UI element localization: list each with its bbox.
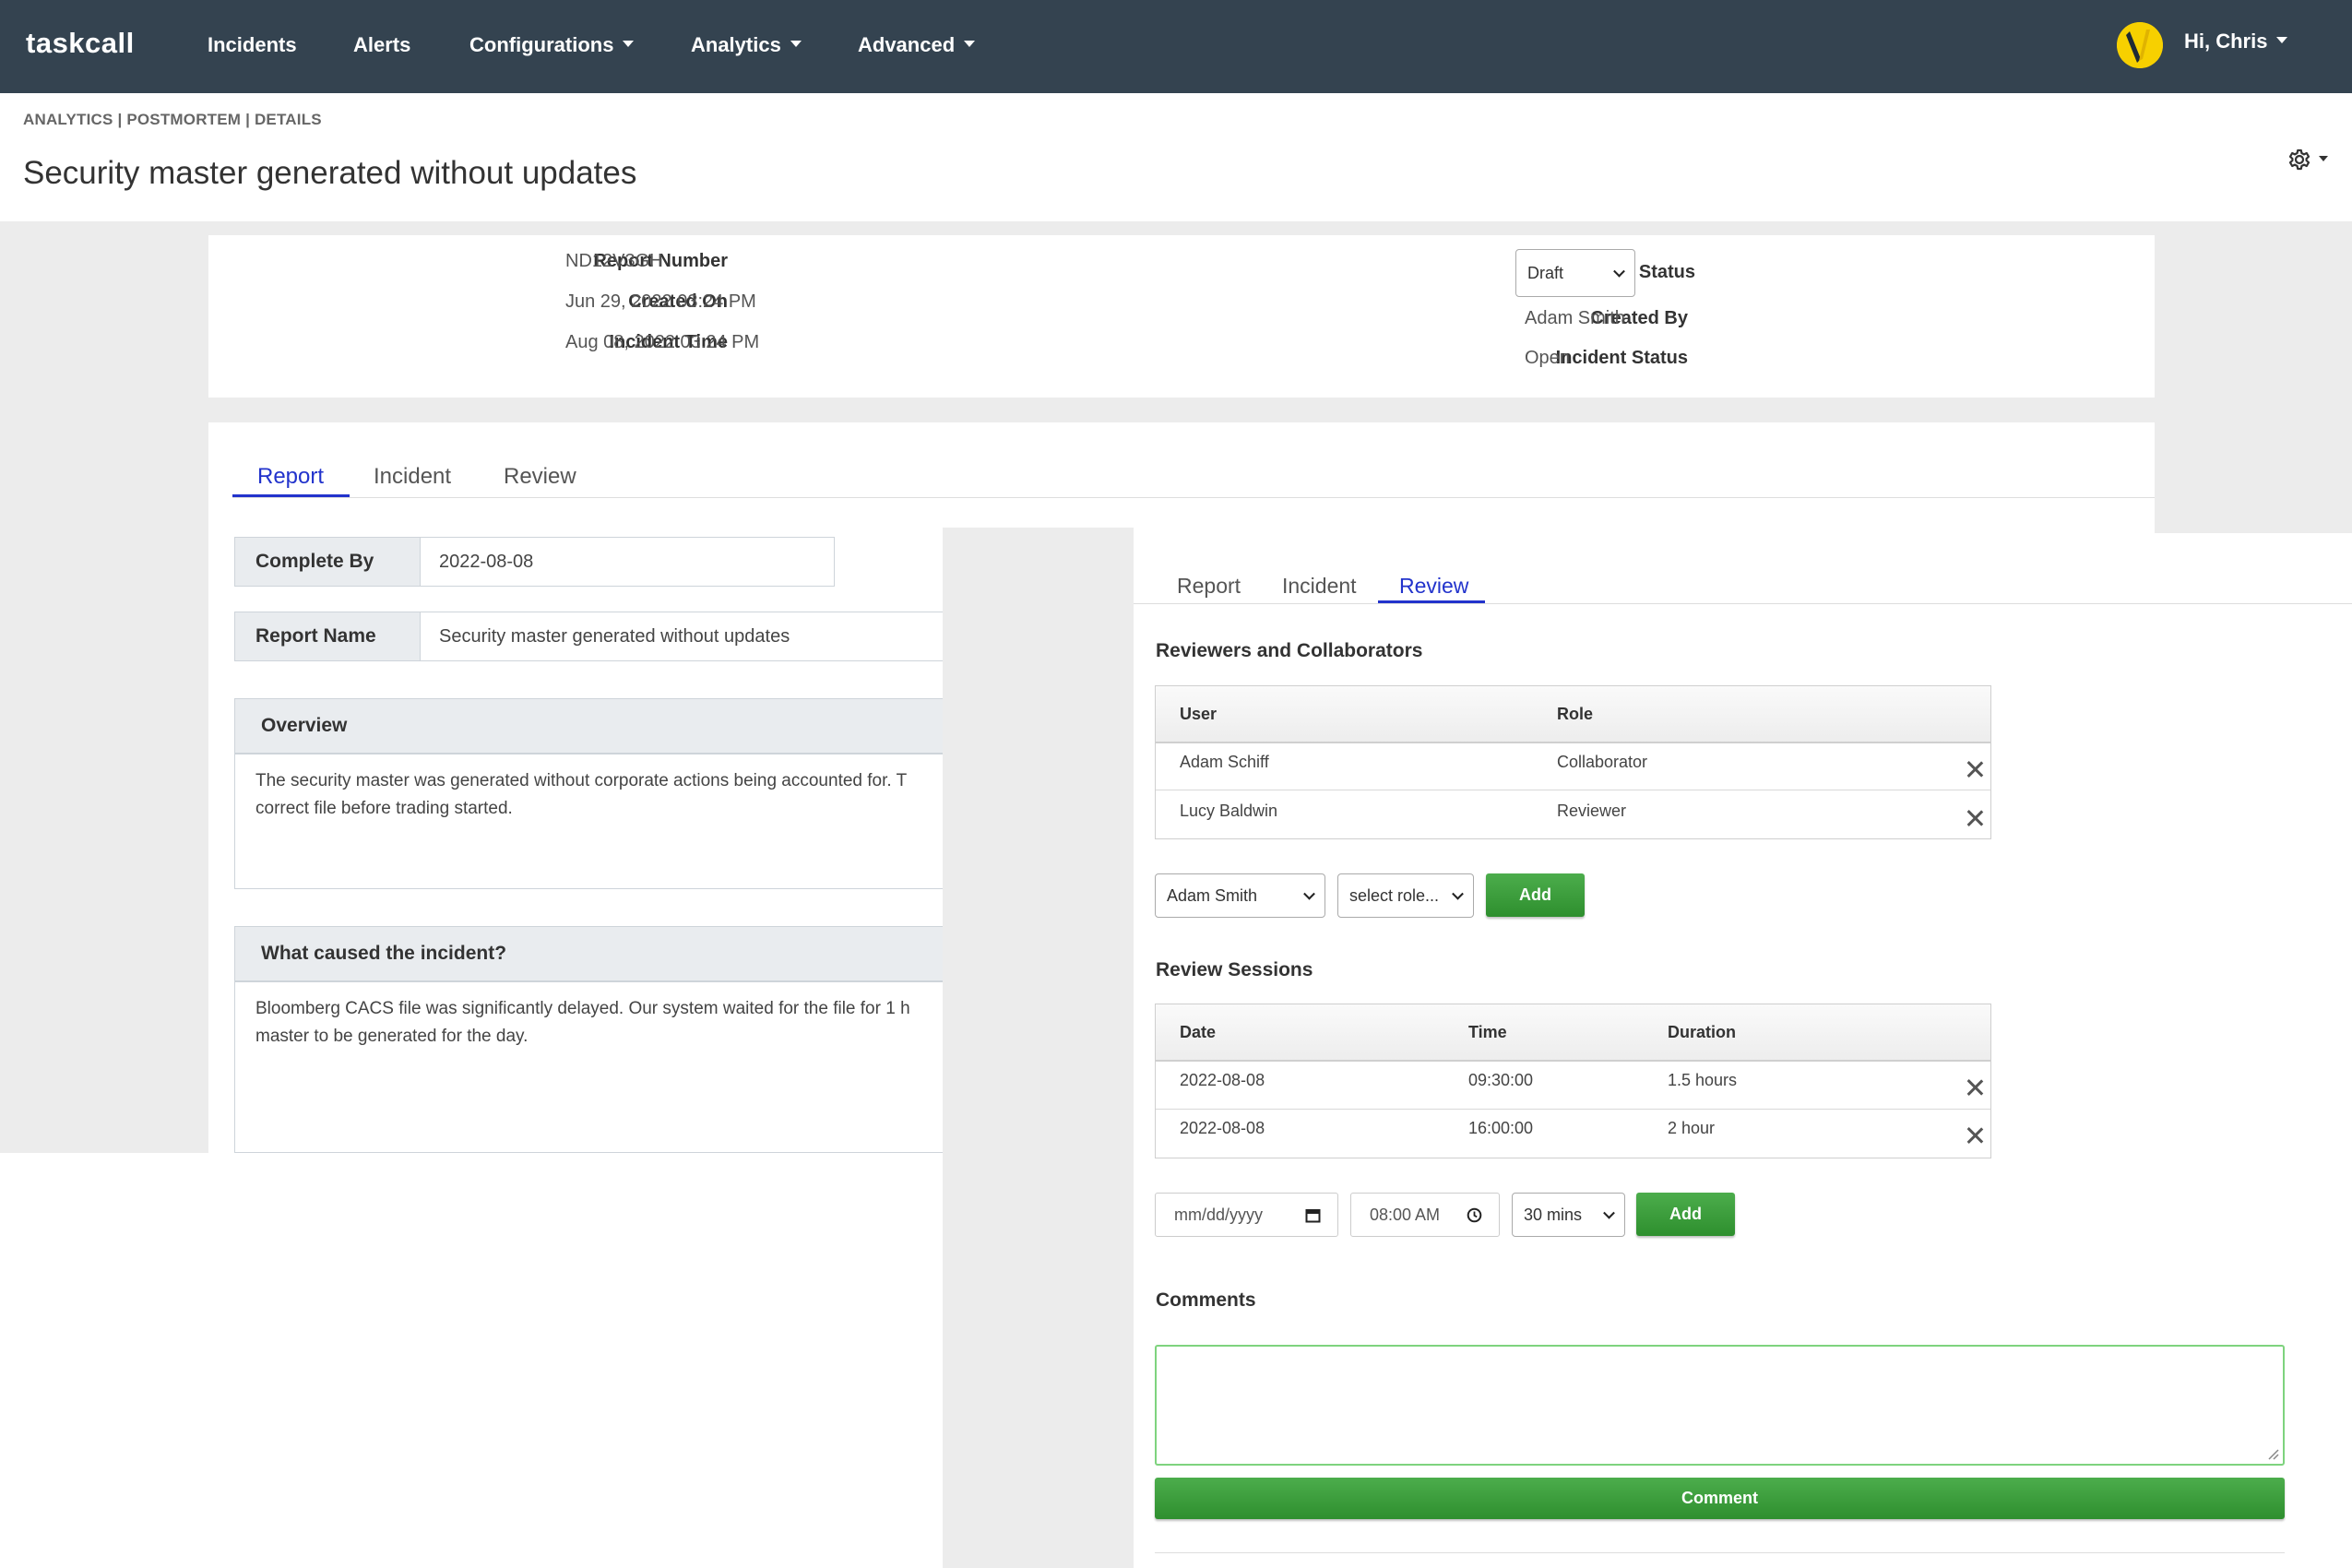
incident-time-value: Aug 08, 2022 03:24 PM: [565, 332, 760, 352]
review-sessions-heading: Review Sessions: [1156, 959, 1313, 980]
nav-configurations[interactable]: Configurations: [469, 33, 635, 57]
reviewer-role: Reviewer: [1557, 802, 1627, 820]
nav-incidents[interactable]: Incidents: [208, 33, 297, 57]
report-details-card: Report Number ND12V3GH Created On Jun 29…: [208, 235, 2155, 398]
review-sessions-table: Date Time Duration 2022-08-08 09:30:00 1…: [1155, 1004, 1991, 1158]
bottom-divider: [1155, 1552, 2285, 1553]
gear-icon: [2288, 148, 2328, 171]
review-window-tab-report[interactable]: Report: [1177, 574, 1241, 599]
overview-text[interactable]: The security master was generated withou…: [234, 754, 972, 889]
caret-down-icon: [623, 40, 635, 47]
chevron-down-icon: [1452, 887, 1464, 900]
session-date-input[interactable]: mm/dd/yyyy: [1155, 1193, 1338, 1237]
review-window-margin: [943, 528, 1134, 1568]
session-time: 09:30:00: [1468, 1071, 1534, 1089]
tab-report[interactable]: Report: [257, 464, 324, 490]
session-duration: 1.5 hours: [1668, 1071, 1738, 1089]
nav-advanced[interactable]: Advanced: [858, 33, 976, 57]
session-duration-select[interactable]: 30 mins: [1512, 1193, 1625, 1237]
breadcrumb: ANALYTICS | POSTMORTEM | DETAILS: [23, 111, 322, 128]
chevron-down-icon: [1613, 265, 1625, 278]
comments-heading: Comments: [1156, 1289, 1256, 1311]
report-number-value: ND12V3GH: [565, 251, 663, 271]
session-time-input[interactable]: 08:00 AM: [1350, 1193, 1500, 1237]
session-time: 16:00:00: [1468, 1119, 1534, 1137]
add-user-select[interactable]: Adam Smith: [1155, 873, 1325, 918]
remove-reviewer-close-icon[interactable]: [1964, 758, 1986, 780]
reviewers-heading: Reviewers and Collaborators: [1156, 640, 1423, 661]
column-user: User: [1180, 705, 1218, 723]
incident-status-value: Open: [1525, 348, 1570, 368]
incident-cause-header: What caused the incident?: [234, 926, 972, 981]
created-on-value: Jun 29, 2022 03:24 PM: [565, 291, 756, 312]
caret-down-icon: [2319, 156, 2328, 161]
column-date: Date: [1180, 1023, 1217, 1041]
comment-textarea[interactable]: [1155, 1345, 2285, 1466]
column-time: Time: [1468, 1023, 1507, 1041]
resize-handle-icon[interactable]: [2266, 1447, 2279, 1460]
remove-reviewer-close-icon[interactable]: [1964, 807, 1986, 829]
caret-down-icon: [790, 40, 802, 47]
incident-cause-text[interactable]: Bloomberg CACS file was significantly de…: [234, 981, 972, 1153]
tab-review[interactable]: Review: [504, 464, 576, 490]
reviewers-table: User Role Adam Schiff Collaborator Lucy …: [1155, 685, 1991, 839]
nav-alerts[interactable]: Alerts: [353, 33, 410, 57]
tab-divider: [1134, 603, 2352, 604]
caret-down-icon: [2276, 36, 2288, 43]
nav-analytics[interactable]: Analytics: [691, 33, 802, 57]
session-duration: 2 hour: [1668, 1119, 1716, 1137]
top-navbar: taskcall Incidents Alerts Configurations…: [0, 0, 2352, 93]
reviewers-table-header: User Role: [1156, 686, 1990, 743]
overview-header: Overview: [234, 698, 972, 754]
sessions-table-header: Date Time Duration: [1156, 1004, 1990, 1062]
reviewer-role: Collaborator: [1557, 753, 1648, 771]
chevron-down-icon: [1303, 887, 1315, 900]
report-status-select[interactable]: Draft: [1515, 249, 1635, 297]
complete-by-input[interactable]: 2022-08-08: [420, 537, 835, 587]
remove-session-close-icon[interactable]: [1964, 1076, 1986, 1099]
user-menu[interactable]: Hi, Chris: [2184, 30, 2288, 53]
complete-by-label: Complete By: [234, 537, 421, 587]
add-reviewer-button[interactable]: Add: [1486, 873, 1585, 917]
avatar[interactable]: [2117, 22, 2163, 68]
reviewer-user: Lucy Baldwin: [1180, 802, 1278, 820]
column-duration: Duration: [1668, 1023, 1736, 1041]
remove-session-close-icon[interactable]: [1964, 1124, 1986, 1146]
created-by-value: Adam Smith: [1525, 308, 1625, 328]
add-role-select[interactable]: select role...: [1337, 873, 1474, 918]
session-date: 2022-08-08: [1180, 1071, 1265, 1089]
avatar-logo-icon: [2117, 22, 2163, 68]
app-logo[interactable]: taskcall: [26, 27, 135, 60]
report-name-input[interactable]: Security master generated without update…: [420, 612, 973, 661]
session-date: 2022-08-08: [1180, 1119, 1265, 1137]
tab-divider: [232, 497, 2155, 498]
review-window-tab-review[interactable]: Review: [1399, 574, 1468, 599]
settings-menu[interactable]: [2286, 146, 2332, 173]
review-window-tab-incident[interactable]: Incident: [1282, 574, 1357, 599]
add-session-button[interactable]: Add: [1636, 1193, 1735, 1236]
column-role: Role: [1557, 705, 1594, 723]
tab-incident[interactable]: Incident: [374, 464, 451, 490]
caret-down-icon: [964, 40, 976, 47]
reviewer-user: Adam Schiff: [1180, 753, 1269, 771]
report-name-label: Report Name: [234, 612, 421, 661]
clock-icon: [1467, 1207, 1482, 1223]
incident-status-label: Incident Status: [1555, 348, 1688, 368]
page-lower-area: [0, 1153, 943, 1568]
calendar-icon: [1305, 1209, 1321, 1223]
comment-button[interactable]: Comment: [1155, 1478, 2285, 1519]
page-title: Security master generated without update…: [23, 155, 637, 191]
chevron-down-icon: [1603, 1206, 1615, 1219]
